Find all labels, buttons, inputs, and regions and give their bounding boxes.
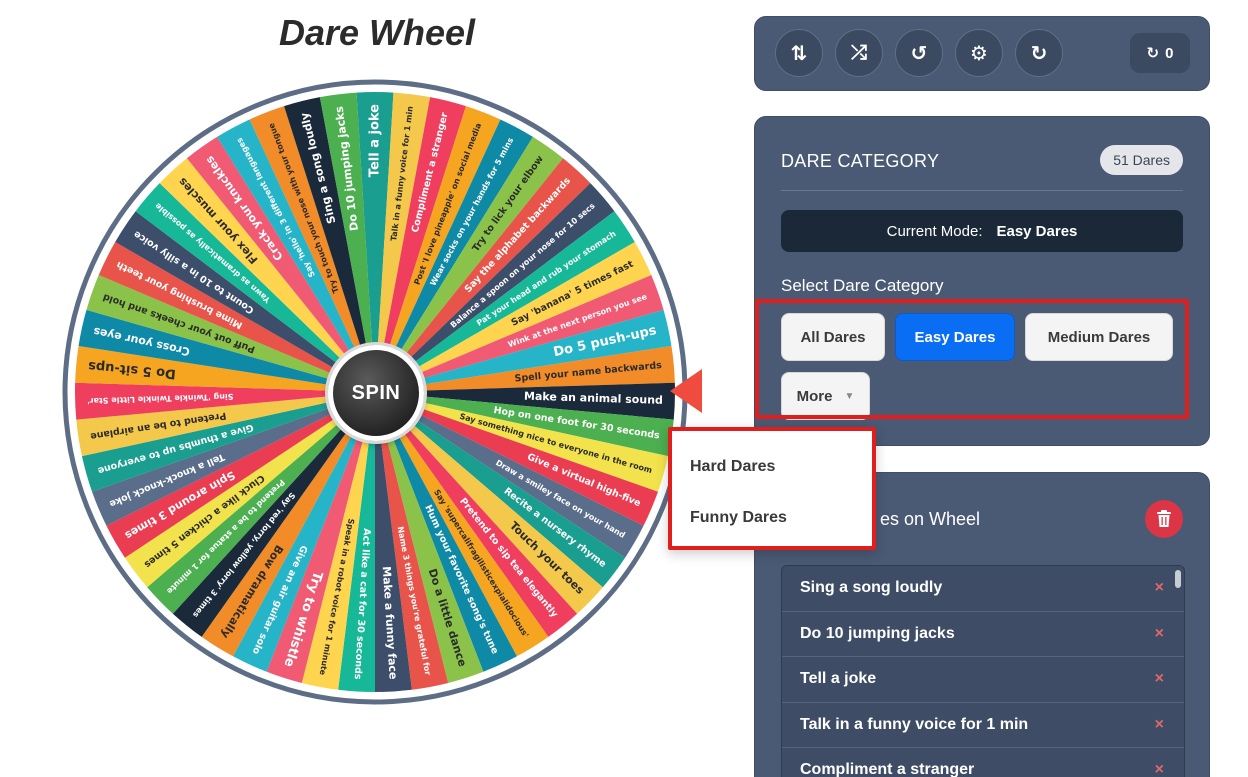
list-item: Tell a joke × — [782, 657, 1184, 703]
list-item: Talk in a funny voice for 1 min × — [782, 703, 1184, 748]
more-categories-dropdown: Hard Dares Funny Dares — [668, 427, 876, 550]
current-mode-bar: Current Mode: Easy Dares — [781, 210, 1183, 252]
redo-icon: ↻ — [1030, 42, 1048, 65]
dare-list[interactable]: Sing a song loudly × Do 10 jumping jacks ×… — [781, 565, 1185, 777]
hard-dares-option[interactable]: Hard Dares — [690, 458, 775, 476]
dare-category-panel: DARE CATEGORY 51 Dares Current Mode: Eas… — [754, 116, 1210, 446]
clear-all-button[interactable] — [1145, 500, 1183, 538]
list-item-label: Compliment a stranger — [800, 761, 975, 777]
remove-item-button[interactable]: × — [1155, 625, 1164, 643]
list-scrollbar[interactable] — [1175, 570, 1181, 588]
spin-count: 0 — [1165, 44, 1174, 62]
mode-value: Easy Dares — [996, 222, 1078, 240]
sort-button[interactable]: ⇅ — [775, 29, 823, 77]
list-item-label: Sing a song loudly — [800, 579, 943, 597]
remove-item-button[interactable]: × — [1155, 761, 1164, 777]
toolbar-panel: ⇅ ⤮ ↺ ⚙ ↻ ↻ 0 — [754, 16, 1210, 91]
list-heading: es on Wheel — [880, 509, 981, 529]
history-button[interactable]: ↺ — [895, 29, 943, 77]
trash-icon — [1157, 510, 1171, 527]
sort-icon: ⇅ — [790, 42, 808, 65]
list-item-label: Talk in a funny voice for 1 min — [800, 715, 1029, 733]
shuffle-button[interactable]: ⤮ — [835, 29, 883, 77]
page-title: Dare Wheel — [278, 12, 476, 53]
dare-count-badge: 51 Dares — [1100, 145, 1183, 175]
select-category-label: Select Dare Category — [781, 276, 944, 295]
list-item-label: Do 10 jumping jacks — [800, 624, 955, 642]
wheel-pointer-icon — [670, 369, 702, 413]
settings-button[interactable]: ⚙ — [955, 29, 1003, 77]
divider — [781, 190, 1183, 191]
list-item: Sing a song loudly × — [782, 566, 1184, 612]
remove-item-button[interactable]: × — [1155, 716, 1164, 734]
funny-dares-option[interactable]: Funny Dares — [690, 509, 787, 527]
list-item-label: Tell a joke — [800, 670, 877, 688]
gear-icon: ⚙ — [970, 42, 988, 65]
list-item: Compliment a stranger × — [782, 748, 1184, 777]
category-heading: DARE CATEGORY — [781, 151, 940, 171]
history-icon: ↺ — [910, 42, 928, 65]
remove-item-button[interactable]: × — [1155, 670, 1164, 688]
reset-button[interactable]: ↻ — [1015, 29, 1063, 77]
list-item: Do 10 jumping jacks × — [782, 612, 1184, 657]
spin-button[interactable]: SPIN — [328, 345, 424, 441]
category-buttons-highlight — [755, 299, 1189, 419]
remove-item-button[interactable]: × — [1155, 579, 1164, 597]
spin-counter[interactable]: ↻ 0 — [1130, 33, 1190, 73]
mode-label: Current Mode: — [886, 222, 983, 240]
wheel-segment-label: Tell a joke — [368, 104, 383, 177]
refresh-icon: ↻ — [1146, 45, 1160, 62]
shuffle-icon: ⤮ — [851, 41, 867, 64]
app-root: Dare Wheel Tell a joke Talk in a funny vo… — [0, 0, 1248, 777]
